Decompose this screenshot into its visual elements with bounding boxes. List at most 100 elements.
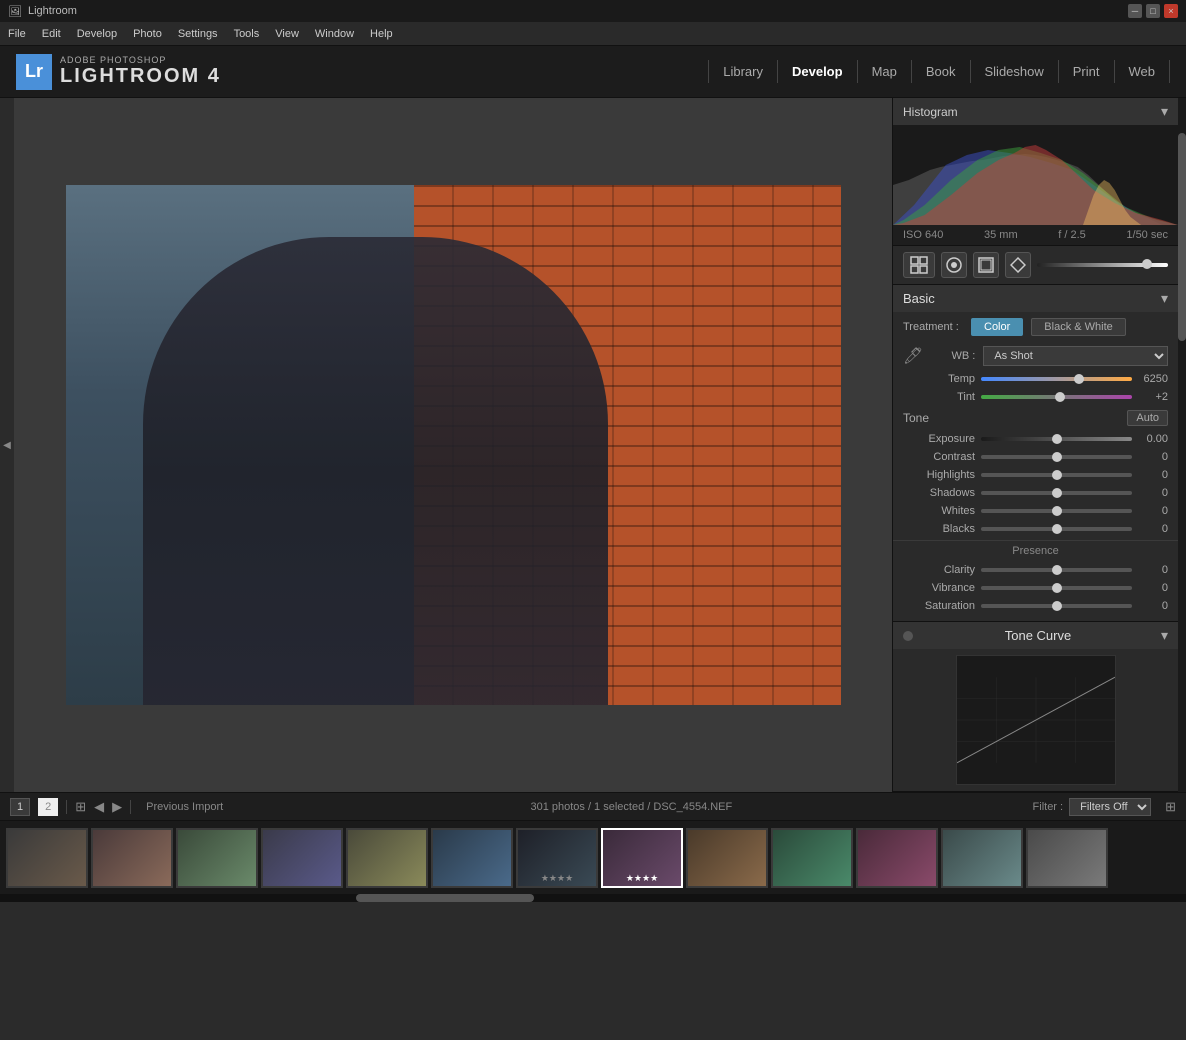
nav-book[interactable]: Book xyxy=(912,60,971,83)
minimize-button[interactable]: ─ xyxy=(1128,4,1142,18)
highlights-knob[interactable] xyxy=(1052,470,1062,480)
left-panel-collapse[interactable]: ◀ xyxy=(3,440,11,451)
filmstrip-thumb-11[interactable] xyxy=(856,828,938,888)
menu-settings[interactable]: Settings xyxy=(178,28,218,40)
filmstrip-thumb-3[interactable] xyxy=(176,828,258,888)
filmstrip-thumb-10[interactable] xyxy=(771,828,853,888)
blacks-track[interactable] xyxy=(981,527,1132,531)
filmstrip-thumb-2[interactable] xyxy=(91,828,173,888)
main-content: ◀ Histogram ▾ xyxy=(0,98,1186,792)
bw-treatment-button[interactable]: Black & White xyxy=(1031,318,1125,336)
menu-file[interactable]: File xyxy=(8,28,26,40)
exif-shutter: 1/50 sec xyxy=(1126,229,1168,241)
filmstrip-thumb-4[interactable] xyxy=(261,828,343,888)
tint-slider-knob[interactable] xyxy=(1055,392,1065,402)
filmstrip-thumb-5[interactable] xyxy=(346,828,428,888)
menu-tools[interactable]: Tools xyxy=(234,28,260,40)
exposure-track[interactable] xyxy=(981,437,1132,441)
menu-window[interactable]: Window xyxy=(315,28,354,40)
menu-edit[interactable]: Edit xyxy=(42,28,61,40)
close-button[interactable]: × xyxy=(1164,4,1178,18)
presence-label: Presence xyxy=(1012,545,1058,557)
shadows-track[interactable] xyxy=(981,491,1132,495)
tone-curve-header[interactable]: Tone Curve ▾ xyxy=(893,622,1178,649)
filmstrip-thumb-8[interactable]: ★★★★ xyxy=(601,828,683,888)
filter-select[interactable]: Filters Off Flagged Rated xyxy=(1069,798,1151,816)
right-scrollbar-thumb[interactable] xyxy=(1178,133,1186,341)
color-treatment-button[interactable]: Color xyxy=(971,318,1023,336)
eyedropper-icon[interactable]: 🖊 xyxy=(903,346,923,366)
right-panel: Histogram ▾ ISO 640 xyxy=(892,98,1178,792)
right-scrollbar[interactable] xyxy=(1178,98,1186,792)
filmstrip-expand-icon[interactable]: ⊞ xyxy=(1165,799,1176,815)
highlights-row: Highlights 0 xyxy=(893,466,1178,484)
temp-slider-knob[interactable] xyxy=(1074,374,1084,384)
basic-collapse-icon[interactable]: ▾ xyxy=(1161,290,1168,307)
menu-develop[interactable]: Develop xyxy=(77,28,117,40)
crop-tool-button[interactable] xyxy=(941,252,967,278)
vibrance-track[interactable] xyxy=(981,586,1132,590)
whites-knob[interactable] xyxy=(1052,506,1062,516)
auto-tone-button[interactable]: Auto xyxy=(1127,410,1168,426)
contrast-knob[interactable] xyxy=(1052,452,1062,462)
filmstrip-scrollbar[interactable] xyxy=(0,894,1186,902)
histogram-collapse-icon[interactable]: ▾ xyxy=(1161,103,1168,120)
blacks-knob[interactable] xyxy=(1052,524,1062,534)
forward-arrow-icon[interactable]: ▶ xyxy=(112,799,122,815)
histogram-title: Histogram xyxy=(903,105,958,119)
tint-slider-track[interactable] xyxy=(981,395,1132,399)
tint-value: +2 xyxy=(1138,391,1168,403)
vibrance-knob[interactable] xyxy=(1052,583,1062,593)
shadows-knob[interactable] xyxy=(1052,488,1062,498)
nav-develop[interactable]: Develop xyxy=(778,60,858,83)
shadows-row: Shadows 0 xyxy=(893,484,1178,502)
filmstrip-thumb-6[interactable] xyxy=(431,828,513,888)
heal-tool-button[interactable] xyxy=(973,252,999,278)
tone-curve-graph xyxy=(956,655,1116,785)
tone-slider-track[interactable] xyxy=(1037,263,1168,267)
page-2-button[interactable]: 2 xyxy=(38,798,58,816)
basic-section: Basic ▾ Treatment : Color Black & White … xyxy=(893,285,1178,622)
menu-view[interactable]: View xyxy=(275,28,299,40)
filmstrip-thumb-7[interactable]: ★★★★ xyxy=(516,828,598,888)
nav-print[interactable]: Print xyxy=(1059,60,1115,83)
highlights-value: 0 xyxy=(1138,469,1168,481)
filmstrip-thumb-1[interactable] xyxy=(6,828,88,888)
temp-slider-track[interactable] xyxy=(981,377,1132,381)
highlights-track[interactable] xyxy=(981,473,1132,477)
nav-map[interactable]: Map xyxy=(858,60,912,83)
grid-tool-button[interactable] xyxy=(903,252,935,278)
menu-photo[interactable]: Photo xyxy=(133,28,162,40)
basic-section-header[interactable]: Basic ▾ xyxy=(893,285,1178,312)
clarity-knob[interactable] xyxy=(1052,565,1062,575)
page-1-button[interactable]: 1 xyxy=(10,798,30,816)
filmstrip-thumb-12[interactable] xyxy=(941,828,1023,888)
exposure-knob[interactable] xyxy=(1052,434,1062,444)
filmstrip-scroll-thumb[interactable] xyxy=(356,894,534,902)
wb-select[interactable]: As Shot Auto Daylight Cloudy Shade xyxy=(983,346,1168,366)
nav-slideshow[interactable]: Slideshow xyxy=(971,60,1059,83)
filmstrip-thumb-9[interactable] xyxy=(686,828,768,888)
saturation-track[interactable] xyxy=(981,604,1132,608)
nav-library[interactable]: Library xyxy=(708,60,778,83)
color-sample-button[interactable] xyxy=(1005,252,1031,278)
histogram-header[interactable]: Histogram ▾ xyxy=(893,98,1178,125)
histogram-svg xyxy=(893,125,1178,225)
wb-label: WB : xyxy=(935,350,975,362)
temp-slider-row: Temp 6250 xyxy=(893,370,1178,388)
back-arrow-icon[interactable]: ◀ xyxy=(94,799,104,815)
saturation-knob[interactable] xyxy=(1052,601,1062,611)
filmstrip-thumb-13[interactable] xyxy=(1026,828,1108,888)
grid-view-icon[interactable]: ⊞ xyxy=(75,799,86,815)
tone-curve-collapse-icon[interactable]: ▾ xyxy=(1161,627,1168,644)
contrast-track[interactable] xyxy=(981,455,1132,459)
exif-bar: ISO 640 35 mm f / 2.5 1/50 sec xyxy=(893,225,1178,245)
clarity-row: Clarity 0 xyxy=(893,561,1178,579)
tone-slider-thumb[interactable] xyxy=(1142,259,1152,269)
clarity-track[interactable] xyxy=(981,568,1132,572)
menu-help[interactable]: Help xyxy=(370,28,393,40)
titlebar-title: Lightroom xyxy=(28,5,1128,17)
nav-web[interactable]: Web xyxy=(1115,60,1171,83)
maximize-button[interactable]: □ xyxy=(1146,4,1160,18)
whites-track[interactable] xyxy=(981,509,1132,513)
